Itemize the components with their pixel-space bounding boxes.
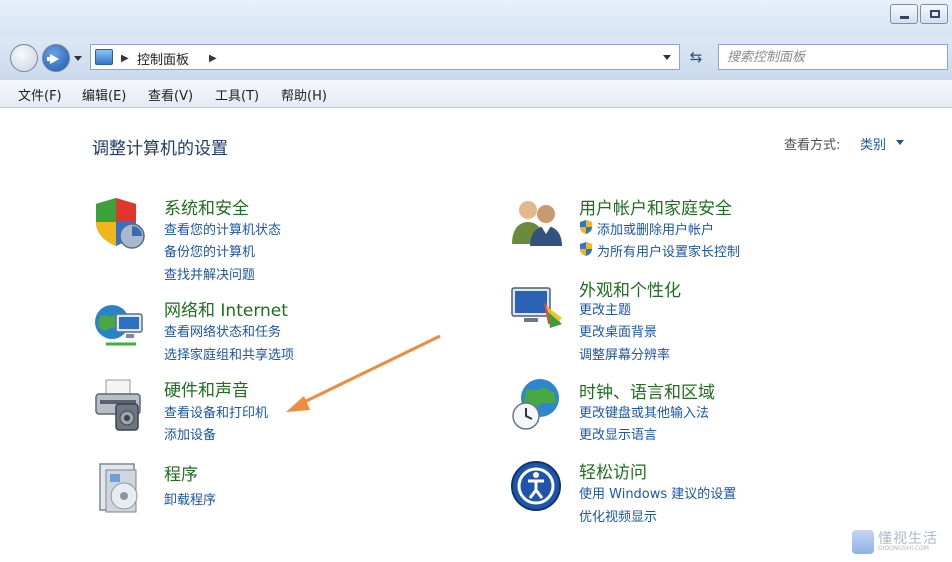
link-backup-computer[interactable]: 备份您的计算机: [164, 241, 255, 260]
forward-arrow-head-icon: [50, 54, 59, 64]
category-appearance[interactable]: 外观和个性化: [579, 276, 681, 301]
link-change-theme[interactable]: 更改主题: [579, 299, 631, 318]
maximize-icon: [930, 10, 940, 18]
appearance-icon[interactable]: [508, 278, 564, 334]
link-view-computer-status[interactable]: 查看您的计算机状态: [164, 219, 281, 238]
watermark-logo-icon: [852, 530, 874, 554]
link-windows-recommended-settings[interactable]: 使用 Windows 建议的设置: [579, 483, 736, 502]
link-add-remove-user[interactable]: 添加或删除用户帐户: [597, 219, 714, 238]
category-clock-language-region[interactable]: 时钟、语言和区域: [579, 378, 715, 403]
link-parental-controls[interactable]: 为所有用户设置家长控制: [597, 241, 740, 260]
menu-bar: 文件(F) 编辑(E) 查看(V) 工具(T) 帮助(H): [0, 80, 952, 108]
refresh-button[interactable]: ⇆: [682, 44, 710, 70]
maximize-button[interactable]: [920, 4, 948, 24]
forward-button[interactable]: [42, 44, 70, 72]
menu-view[interactable]: 查看(V): [148, 85, 193, 104]
search-box[interactable]: [718, 44, 948, 70]
address-history-dropdown-icon[interactable]: [663, 55, 671, 60]
minimize-icon: [900, 16, 909, 19]
recent-pages-dropdown-icon[interactable]: [74, 56, 82, 61]
link-add-device[interactable]: 添加设备: [164, 424, 216, 443]
view-by-dropdown[interactable]: 类别: [860, 134, 886, 153]
category-programs[interactable]: 程序: [164, 460, 198, 485]
refresh-icon: ⇆: [689, 48, 703, 66]
menu-edit[interactable]: 编辑(E): [82, 85, 126, 104]
link-view-devices-printers[interactable]: 查看设备和打印机: [164, 402, 268, 421]
watermark: 懂视生活 DIDONGSHI.COM: [852, 528, 946, 556]
category-ease-of-access[interactable]: 轻松访问: [579, 458, 647, 483]
menu-tools[interactable]: 工具(T): [215, 85, 259, 104]
view-by-dropdown-icon[interactable]: [896, 140, 904, 145]
link-change-display-language[interactable]: 更改显示语言: [579, 424, 657, 443]
link-view-network-status[interactable]: 查看网络状态和任务: [164, 321, 281, 340]
programs-icon[interactable]: [92, 460, 148, 516]
address-toolbar: ▶ 控制面板 ▶ ⇆: [0, 36, 952, 80]
link-change-desktop-background[interactable]: 更改桌面背景: [579, 321, 657, 340]
search-input[interactable]: [719, 45, 947, 69]
view-by-label: 查看方式:: [784, 138, 841, 153]
uac-shield-icon: [580, 242, 592, 256]
hardware-sound-icon[interactable]: [92, 378, 148, 434]
category-system-security[interactable]: 系统和安全: [164, 194, 249, 219]
category-user-accounts[interactable]: 用户帐户和家庭安全: [579, 194, 732, 219]
breadcrumb-control-panel[interactable]: 控制面板: [137, 49, 189, 68]
link-change-keyboard-input[interactable]: 更改键盘或其他输入法: [579, 402, 709, 421]
network-icon[interactable]: [92, 296, 148, 352]
uac-shield-icon: [580, 220, 592, 234]
breadcrumb-separator-icon[interactable]: ▶: [209, 53, 217, 64]
watermark-subtext: DIDONGSHI.COM: [878, 545, 929, 552]
system-security-icon[interactable]: [92, 194, 148, 250]
page-title: 调整计算机的设置: [92, 139, 228, 159]
link-troubleshoot[interactable]: 查找并解决问题: [164, 264, 255, 283]
window-controls: [888, 4, 948, 24]
title-bar: [0, 0, 952, 36]
user-accounts-icon[interactable]: [508, 194, 564, 250]
category-hardware-sound[interactable]: 硬件和声音: [164, 376, 249, 401]
menu-file[interactable]: 文件(F): [18, 85, 62, 104]
clock-language-icon[interactable]: [508, 376, 564, 432]
breadcrumb-separator-icon[interactable]: ▶: [121, 53, 129, 64]
menu-help[interactable]: 帮助(H): [281, 85, 327, 104]
category-network-internet[interactable]: 网络和 Internet: [164, 296, 288, 321]
link-optimize-video-display[interactable]: 优化视频显示: [579, 506, 657, 525]
address-bar[interactable]: ▶ 控制面板 ▶: [90, 44, 680, 70]
link-uninstall-program[interactable]: 卸载程序: [164, 489, 216, 508]
back-button[interactable]: [10, 44, 38, 72]
link-adjust-resolution[interactable]: 调整屏幕分辨率: [579, 344, 670, 363]
annotation-arrow-icon: [286, 334, 441, 412]
control-panel-content: 调整计算机的设置 查看方式: 类别 系统和安全 查看您的计算机状态 备份您的计算…: [0, 108, 952, 562]
ease-of-access-icon[interactable]: [508, 458, 564, 514]
control-panel-icon: [95, 49, 113, 65]
minimize-button[interactable]: [890, 4, 918, 24]
